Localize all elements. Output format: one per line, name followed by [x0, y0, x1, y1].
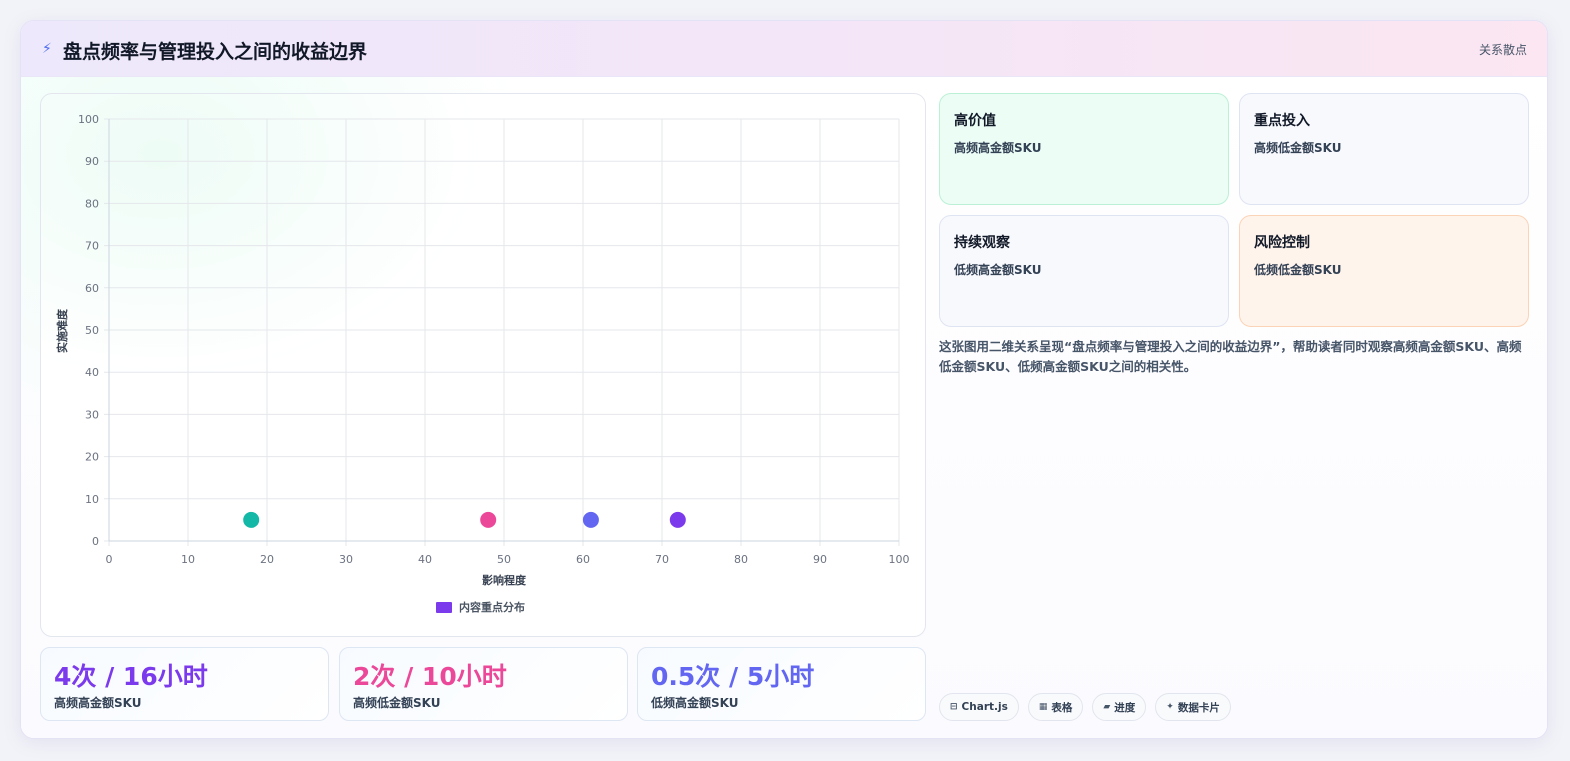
legend-swatch — [436, 602, 452, 613]
x-tick-label: 90 — [813, 553, 827, 566]
y-tick-label: 70 — [85, 240, 99, 253]
progress-icon: ▰ — [1103, 702, 1111, 712]
y-tick-label: 90 — [85, 155, 99, 168]
stat-label: 高频高金额SKU — [54, 696, 142, 710]
bolt-icon: ⚡︎ — [42, 41, 52, 57]
data-points — [243, 511, 686, 528]
quadrant-subtitle: 低频低金额SKU — [1254, 263, 1342, 277]
data-point[interactable] — [669, 511, 686, 528]
stat-label: 高频低金额SKU — [353, 696, 441, 710]
grid-lines — [104, 118, 900, 546]
quadrant-title: 风险控制 — [1254, 235, 1310, 251]
y-tick-label: 50 — [85, 324, 99, 337]
quadrant-card-observe: 持续观察 低频高金额SKU — [939, 215, 1229, 327]
stat-card-1: 4次 / 16小时 高频高金额SKU — [40, 647, 329, 721]
stat-value: 0.5次 / 5小时 — [651, 662, 815, 691]
chip-progress[interactable]: ▰ 进度 — [1092, 693, 1147, 721]
chart-type-tag: 关系散点 — [1478, 43, 1527, 57]
quadrant-title: 高价值 — [954, 113, 996, 129]
quadrant-card-risk-control: 风险控制 低频低金额SKU — [1239, 215, 1529, 327]
x-tick-label: 30 — [339, 553, 353, 566]
y-tick-label: 0 — [92, 535, 99, 548]
chart-description: 这张图用二维关系呈现“盘点频率与管理投入之间的收益边界”，帮助读者同时观察高频高… — [939, 339, 1522, 374]
x-tick-labels: 0 10 20 30 40 50 60 70 80 90 100 — [106, 553, 910, 566]
x-tick-label: 50 — [497, 553, 511, 566]
x-axis-label: 影响程度 — [482, 573, 527, 587]
quadrant-subtitle: 高频高金额SKU — [954, 141, 1042, 155]
stat-card-2: 2次 / 10小时 高频低金额SKU — [339, 647, 628, 721]
x-tick-label: 60 — [576, 553, 590, 566]
quadrant-title: 重点投入 — [1254, 113, 1310, 129]
x-tick-label: 40 — [418, 553, 432, 566]
x-tick-label: 100 — [889, 553, 910, 566]
scatter-chart: 0 10 20 30 40 50 60 70 80 90 100 0 10 20 30 40 50 60 70 80… — [55, 113, 910, 614]
x-tick-label: 80 — [734, 553, 748, 566]
stat-value: 4次 / 16小时 — [54, 662, 208, 691]
card-header: ⚡︎ 盘点频率与管理投入之间的收益边界 关系散点 — [21, 21, 1547, 77]
chip-table[interactable]: ▦ 表格 — [1027, 693, 1084, 721]
x-tick-label: 0 — [106, 553, 113, 566]
quadrant-title: 持续观察 — [954, 235, 1010, 251]
quadrant-card-focus-invest: 重点投入 高频低金额SKU — [1239, 93, 1529, 205]
report-card: ⚡︎ 盘点频率与管理投入之间的收益边界 关系散点 0 10 20 30 40 50 60 70… — [20, 20, 1548, 739]
stat-label: 低频高金额SKU — [651, 696, 739, 710]
y-tick-label: 20 — [85, 451, 99, 464]
chip-chartjs[interactable]: ⊟ Chart.js — [939, 693, 1019, 721]
feature-chips: ⊟ Chart.js ▦ 表格 ▰ 进度 ✦ 数据卡片 — [939, 693, 1231, 721]
x-tick-label: 10 — [181, 553, 195, 566]
x-tick-label: 20 — [260, 553, 274, 566]
quadrant-subtitle: 低频高金额SKU — [954, 263, 1042, 277]
y-tick-label: 80 — [85, 197, 99, 210]
chart-icon: ⊟ — [950, 702, 958, 712]
legend-label: 内容重点分布 — [459, 600, 525, 614]
chip-data-card[interactable]: ✦ 数据卡片 — [1155, 693, 1231, 721]
chip-label: 数据卡片 — [1177, 701, 1220, 714]
y-tick-label: 100 — [78, 113, 99, 126]
quadrant-subtitle: 高频低金额SKU — [1254, 141, 1342, 155]
page-title: 盘点频率与管理投入之间的收益边界 — [63, 41, 368, 63]
y-tick-label: 30 — [85, 408, 99, 421]
x-tick-label: 70 — [655, 553, 669, 566]
sparkle-icon: ✦ — [1166, 702, 1174, 712]
chart-panel: 0 10 20 30 40 50 60 70 80 90 100 0 10 20 30 40 50 60 70 80… — [40, 93, 926, 637]
chip-label: Chart.js — [961, 701, 1008, 713]
y-tick-label: 10 — [85, 493, 99, 506]
data-point[interactable] — [243, 511, 260, 528]
quadrant-card-high-value: 高价值 高频高金额SKU — [939, 93, 1229, 205]
y-axis-label: 实施难度 — [55, 308, 69, 353]
chip-label: 进度 — [1114, 701, 1136, 714]
chip-label: 表格 — [1051, 701, 1073, 714]
legend[interactable]: 内容重点分布 — [436, 600, 525, 614]
data-point[interactable] — [480, 511, 497, 528]
table-icon: ▦ — [1038, 702, 1048, 712]
y-tick-label: 60 — [85, 282, 99, 295]
stat-value: 2次 / 10小时 — [353, 662, 507, 691]
y-tick-labels: 0 10 20 30 40 50 60 70 80 90 100 — [78, 113, 99, 548]
stat-card-3: 0.5次 / 5小时 低频高金额SKU — [637, 647, 926, 721]
data-point[interactable] — [582, 511, 599, 528]
y-tick-label: 40 — [85, 366, 99, 379]
